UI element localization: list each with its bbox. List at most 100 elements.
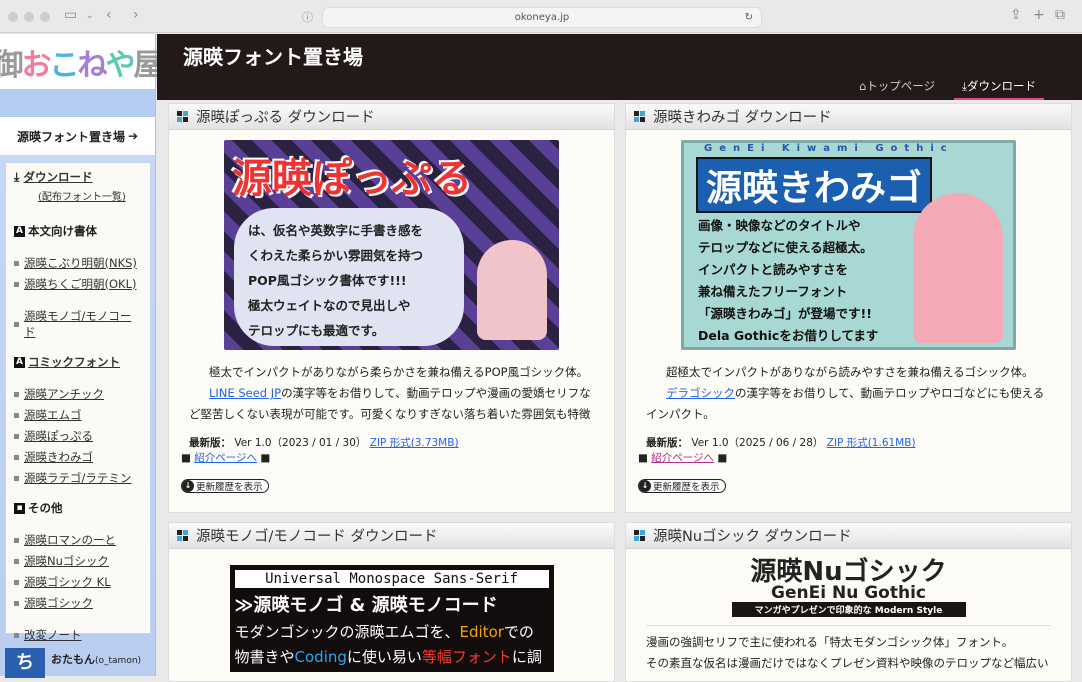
sidebar-sections-2-items-0[interactable]: 源暎ロマンのーと (24, 532, 116, 548)
font-list-link[interactable]: (配布フォント一覧) (38, 188, 142, 203)
browser-toolbar: ▭ ⌄ ‹ › ⓘ okoneya.jp ↻ ⇪ + ⧉ (0, 0, 1082, 33)
cards-0-version: Ver 1.0（2023 / 01 / 30） (234, 437, 367, 449)
sidebar-sections-2-items-3[interactable]: 源暎ゴシック (24, 595, 93, 611)
letter-a-icon: A (14, 356, 25, 368)
minimize-window-button[interactable] (24, 12, 34, 22)
cards-1-banner-subtitle: GenEi Kiwami Gothic (704, 143, 954, 154)
sidebar-sections-0-title: 本文向け書体 (28, 224, 97, 238)
sidebar-sections-1-items-2[interactable]: 源暎ぽっぷる (24, 428, 93, 444)
tab-overview-icon[interactable]: ⧉ (1055, 7, 1065, 23)
intro-page-link[interactable]: 紹介ページへ (651, 452, 714, 464)
show-history-button[interactable]: ↓ 更新履歴を表示 (181, 479, 269, 493)
back-icon[interactable]: ‹ (106, 7, 112, 23)
sidebar-sections-0-items-2[interactable]: 源暎モノゴ/モノコード (24, 308, 142, 340)
sidebar: 御おこねや屋 源暎フォント置き場 ➔ ⤓ ダウンロード (配布フォント一覧) A本… (0, 34, 164, 678)
nav-item[interactable]: 源暎Nuゴシック (14, 553, 142, 569)
chevron-down-icon[interactable]: ⌄ (86, 11, 94, 21)
nav-item[interactable]: 源暎ロマンのーと (14, 532, 142, 548)
site-link[interactable]: 源暎フォント置き場 ➔ (0, 117, 155, 155)
nav-item[interactable]: 源暎ゴシック (14, 595, 142, 611)
cards-0-banner-lines-4: テロップにも最適です。 (248, 323, 385, 338)
sidebar-sections-0-items-0[interactable]: 源暎こぶり明朝(NKS) (24, 255, 137, 271)
character-illustration (477, 240, 547, 340)
sidebar-sections-2-title: その他 (28, 501, 63, 515)
cards-3-banner-tagline: マンガやプレゼンで印象的な Modern Style (731, 602, 966, 617)
nav-item[interactable]: 源暎アンチック (14, 386, 142, 402)
nav-item[interactable]: 源暎こぶり明朝(NKS) (14, 255, 142, 271)
intro-page-link[interactable]: 紹介ページへ (194, 452, 257, 464)
new-tab-icon[interactable]: + (1033, 7, 1045, 23)
tab-download[interactable]: ⤓ダウンロード (954, 78, 1044, 100)
sidebar-band (0, 89, 155, 117)
section-heading: ▪ その他 (14, 500, 142, 516)
nav-item[interactable]: 源暎きわみゴ (14, 449, 142, 465)
sidebar-nav: ⤓ ダウンロード (配布フォント一覧) A 本文向け書体 源暎こぶり明朝(NKS)… (5, 162, 151, 642)
dela-gothic-link[interactable]: デラゴシック (666, 386, 735, 400)
profile: ち おたもん(o_tamon) (5, 648, 151, 678)
sidebar-sections-1-items-4[interactable]: 源暎ラテゴ/ラテミン (24, 470, 131, 486)
header-tabs-1: ダウンロード (967, 79, 1037, 93)
page-title: 源暎フォント置き場 (183, 45, 363, 69)
cards-0-banner-lines-1: くわえた柔らかい雰囲気を持つ (248, 248, 424, 263)
font-card-nugothic: 源暎Nuゴシック ダウンロード 源暎Nuゴシック GenEi Nu Gothic… (625, 522, 1072, 682)
cards-1-banner-lines-3: 兼ね備えたフリーフォント (698, 284, 848, 299)
address-bar[interactable]: okoneya.jp ↻ (322, 7, 762, 28)
zip-download-link[interactable]: ZIP 形式(3.73MB) (370, 437, 459, 449)
download-link[interactable]: ⤓ ダウンロード (14, 169, 142, 185)
card-icon (177, 111, 188, 122)
sidebar-sections-1-title[interactable]: コミックフォント (28, 354, 120, 370)
zoom-window-button[interactable] (40, 12, 50, 22)
arrow-down-circle-icon: ↓ (639, 480, 651, 492)
zip-download-link[interactable]: ZIP 形式(1.61MB) (827, 437, 916, 449)
profile-name: おたもん (51, 653, 95, 666)
section-heading[interactable]: A コミックフォント (14, 354, 142, 370)
download-link-label[interactable]: ダウンロード (23, 170, 92, 184)
cards-0-banner-lines-0: は、仮名や英数字に手書き感を (248, 223, 424, 238)
cards-0-banner-lines-2: POP風ゴシック書体です!!! (248, 273, 407, 288)
nav-item[interactable]: 源暎ラテゴ/ラテミン (14, 470, 142, 486)
cards-0-banner-lines-3: 極太ウェイトなので見出しや (248, 298, 411, 313)
privacy-icon[interactable]: ⓘ (302, 9, 313, 25)
nav-item[interactable]: 改変ノート (14, 627, 142, 643)
cards-1-banner-lines-2: インパクトと読みやすさを (698, 262, 849, 277)
url-text: okoneya.jp (514, 12, 570, 23)
line-seed-link[interactable]: LINE Seed JP (209, 386, 281, 400)
card-icon (634, 530, 645, 541)
sidebar-sections-1-items-0[interactable]: 源暎アンチック (24, 386, 104, 402)
cards-2-banner-l2b: Coding (294, 648, 347, 666)
sidebar-sections-2-items-4[interactable]: 改変ノート (24, 627, 82, 643)
nav-item[interactable]: 源暎モノゴ/モノコード (14, 308, 142, 340)
show-history-button[interactable]: ↓ 更新履歴を表示 (638, 479, 726, 493)
card-icon (634, 111, 645, 122)
cards-2-banner-l1c: での (503, 623, 534, 641)
sidebar-toggle-icon[interactable]: ▭ (64, 7, 77, 23)
sidebar-sections-2-items-2[interactable]: 源暎ゴシック KL (24, 574, 111, 590)
reload-icon[interactable]: ↻ (745, 8, 753, 27)
arrow-down-circle-icon: ↓ (182, 480, 194, 492)
tab-top-page[interactable]: ⌂トップページ (859, 78, 935, 94)
cards-2-banner-l2a: 物書きや (234, 648, 295, 666)
cards-2-banner-l1a: モダンゴシックの源暎エムゴを、 (234, 623, 460, 641)
sidebar-sections-0-items-1[interactable]: 源暎ちくご明朝(OKL) (24, 276, 136, 292)
nav-item[interactable]: 源暎エムゴ (14, 407, 142, 423)
cards-3-banner-title: 源暎Nuゴシック (750, 557, 947, 587)
cards-1-banner-lines-1: テロップなどに使える超極太。 (698, 240, 873, 255)
nav-item[interactable]: 源暎ゴシック KL (14, 574, 142, 590)
forward-icon[interactable]: › (133, 7, 139, 23)
share-icon[interactable]: ⇪ (1010, 7, 1022, 23)
cards-2-banner-l2c: に使い易い (346, 648, 422, 666)
nav-item[interactable]: 源暎ちくご明朝(OKL) (14, 276, 142, 292)
site-logo[interactable]: 御おこねや屋 (0, 34, 164, 89)
monogo-banner: Universal Monospace Sans-Serif ≫源暎モノゴ & … (229, 565, 554, 672)
sidebar-sections-1-items-1[interactable]: 源暎エムゴ (24, 407, 82, 423)
letter-a-icon: A (14, 225, 25, 237)
sidebar-sections-2-items-1[interactable]: 源暎Nuゴシック (24, 553, 109, 569)
sidebar-sections-1-items-3[interactable]: 源暎きわみゴ (24, 449, 93, 465)
cards-2-banner-l2d: 等幅フォント (421, 648, 512, 666)
cards-3-banner-subtitle: GenEi Nu Gothic (771, 583, 926, 603)
cards-0-banner-title: 源暎ぽっぷる (232, 156, 472, 202)
nav-item[interactable]: 源暎ぽっぷる (14, 428, 142, 444)
sidebar-logo-4: や (105, 47, 136, 83)
header-tabs-0: トップページ (866, 79, 936, 93)
close-window-button[interactable] (8, 12, 18, 22)
